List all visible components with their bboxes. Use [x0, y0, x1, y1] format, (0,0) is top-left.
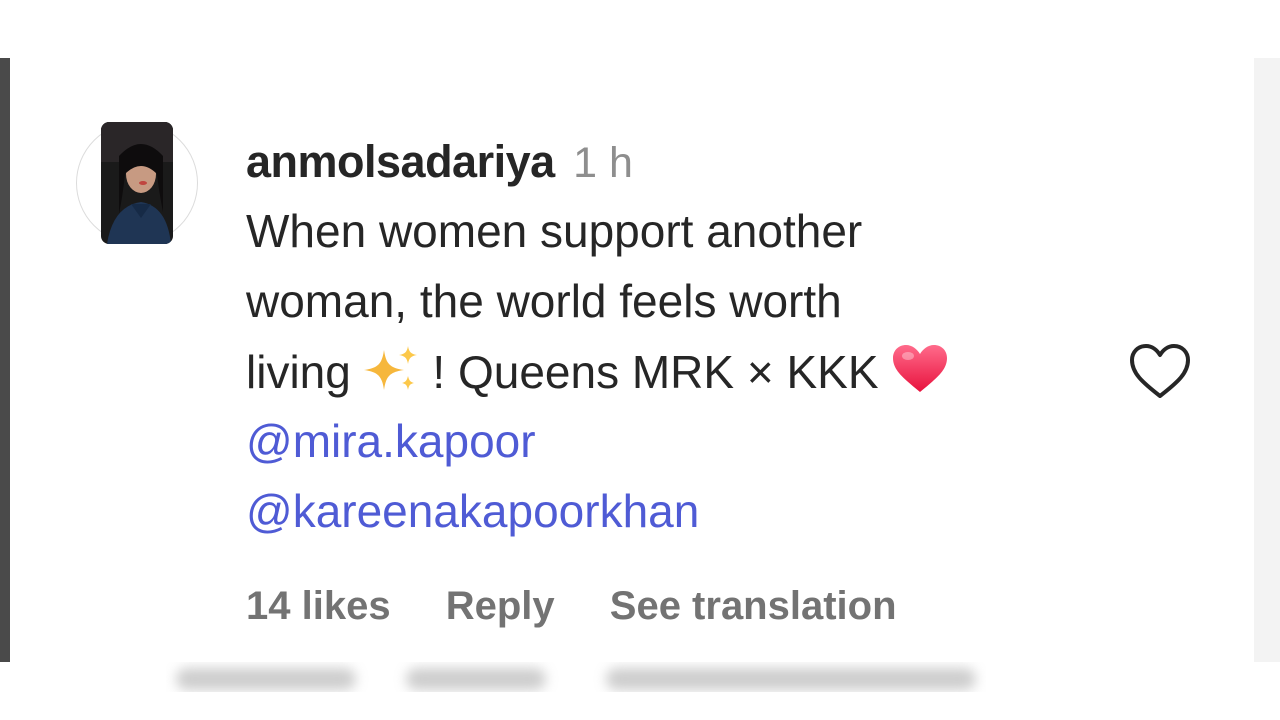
- window-left-border: [0, 58, 10, 662]
- likes-count-link[interactable]: 14 likes: [246, 584, 391, 628]
- comment-text-line-2: woman, the world feels worth: [246, 275, 842, 327]
- reply-button[interactable]: Reply: [446, 584, 555, 628]
- username-link[interactable]: anmolsadariya: [246, 136, 555, 187]
- comment-timestamp[interactable]: 1 h: [573, 139, 633, 187]
- comment-text-line-3: living ! Queens MRK × KKK: [246, 344, 949, 405]
- heart-outline-icon: [1130, 344, 1190, 398]
- comment-actions: 14 likes Reply See translation: [246, 584, 941, 629]
- like-comment-button[interactable]: [1128, 343, 1192, 401]
- mention-link-2[interactable]: @kareenakapoorkhan: [246, 484, 699, 538]
- comment-text-queens: ! Queens MRK × KKK: [432, 346, 879, 398]
- sparkles-emoji-icon: [363, 344, 420, 405]
- mention-link-1[interactable]: @mira.kapoor: [246, 414, 536, 468]
- comment-text-line-1: When women support another: [246, 205, 863, 257]
- screenshot-stage: anmolsadariya 1 h When women support ano…: [0, 0, 1280, 720]
- see-translation-button[interactable]: See translation: [610, 584, 897, 628]
- comment-text-living: living: [246, 346, 351, 398]
- avatar-photo: [101, 122, 173, 244]
- window-right-border: [1254, 58, 1280, 662]
- avatar[interactable]: [76, 122, 198, 244]
- comment-header: anmolsadariya 1 h: [246, 136, 633, 188]
- red-heart-emoji-icon: [891, 344, 949, 405]
- blurred-reflection: [166, 662, 986, 692]
